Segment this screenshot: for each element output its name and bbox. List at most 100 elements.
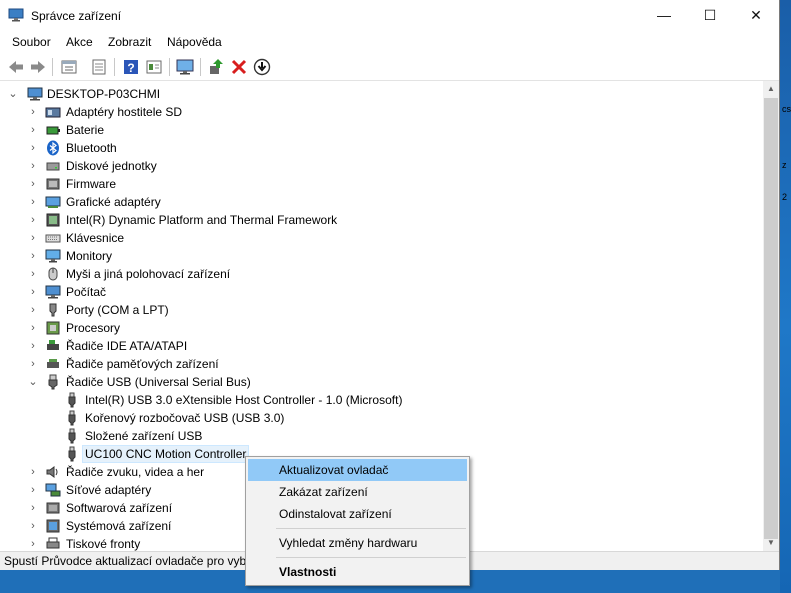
expand-chevron-icon[interactable]: ›: [28, 214, 38, 226]
tree-node-label: Tiskové fronty: [66, 537, 141, 551]
usb-device-icon: [64, 410, 80, 426]
keyboard-icon: [45, 230, 61, 246]
tree-category-node[interactable]: › Bluetooth: [0, 139, 763, 157]
tree-node-label: Klávesnice: [66, 231, 125, 245]
menu-item-label: Vlastnosti: [279, 565, 337, 579]
tree-node-label: Řadiče IDE ATA/ATAPI: [66, 339, 188, 353]
desktop-text-fragment: z: [782, 160, 787, 170]
tree-category-node[interactable]: ⌄ Řadiče USB (Universal Serial Bus): [0, 373, 763, 391]
tree-category-node[interactable]: › Monitory: [0, 247, 763, 265]
tree-category-node[interactable]: › Diskové jednotky: [0, 157, 763, 175]
tree-device-node[interactable]: Kořenový rozbočovač USB (USB 3.0): [0, 409, 763, 427]
desktop-text-fragment: cs: [782, 104, 791, 114]
chip-icon: [45, 212, 61, 228]
expand-chevron-icon[interactable]: ›: [28, 304, 38, 316]
bluetooth-icon: [45, 140, 61, 156]
collapse-chevron-icon[interactable]: ⌄: [8, 88, 18, 100]
tree-category-node[interactable]: › Řadiče IDE ATA/ATAPI: [0, 337, 763, 355]
tree-category-node[interactable]: › Baterie: [0, 121, 763, 139]
menu-update-driver[interactable]: Aktualizovat ovladač: [248, 459, 467, 481]
properties-icon[interactable]: [89, 57, 109, 77]
expand-chevron-icon[interactable]: ›: [28, 106, 38, 118]
view-icon[interactable]: [144, 57, 164, 77]
tree-node-label: Myši a jiná polohovací zařízení: [66, 267, 231, 281]
tree-category-node[interactable]: › Procesory: [0, 319, 763, 337]
expand-chevron-icon[interactable]: ›: [28, 538, 38, 550]
desktop-background: cs z 2: [780, 0, 791, 593]
expand-chevron-icon[interactable]: ›: [28, 466, 38, 478]
tree-category-node[interactable]: › Grafické adaptéry: [0, 193, 763, 211]
expand-chevron-icon[interactable]: ›: [28, 124, 38, 136]
tree-root-node[interactable]: ⌄ DESKTOP-P03CHMI: [0, 85, 763, 103]
menu-disable-device[interactable]: Zakázat zařízení: [248, 481, 467, 503]
menu-file[interactable]: Soubor: [12, 35, 51, 49]
vertical-scrollbar[interactable]: ▲ ▼: [763, 81, 779, 551]
expand-chevron-icon[interactable]: ›: [28, 286, 38, 298]
tree-device-node[interactable]: Složené zařízení USB: [0, 427, 763, 445]
download-icon[interactable]: [252, 57, 272, 77]
tree-category-node[interactable]: › Klávesnice: [0, 229, 763, 247]
tree-node-label: Řadiče zvuku, videa a her: [66, 465, 205, 479]
back-arrow-icon[interactable]: [6, 57, 26, 77]
device-manager-icon: [8, 8, 24, 22]
processor-icon: [45, 320, 61, 336]
scrollbar-thumb[interactable]: [764, 98, 778, 539]
expand-chevron-icon[interactable]: ›: [28, 322, 38, 334]
expand-chevron-icon[interactable]: ›: [28, 502, 38, 514]
menu-uninstall-device[interactable]: Odinstalovat zařízení: [248, 503, 467, 525]
maximize-button[interactable]: ☐: [687, 0, 733, 31]
menu-action[interactable]: Akce: [66, 35, 93, 49]
tree-view-icon[interactable]: [59, 57, 79, 77]
tree-category-node[interactable]: › Firmware: [0, 175, 763, 193]
tree-category-node[interactable]: › Adaptéry hostitele SD: [0, 103, 763, 121]
tree-node-label: Systémová zařízení: [66, 519, 172, 533]
computer-icon: [45, 284, 61, 300]
expand-chevron-icon[interactable]: ›: [28, 484, 38, 496]
computer-root-icon: [27, 86, 43, 102]
tree-node-label: Grafické adaptéry: [66, 195, 161, 209]
tree-device-node[interactable]: Intel(R) USB 3.0 eXtensible Host Control…: [0, 391, 763, 409]
menu-properties[interactable]: Vlastnosti: [248, 561, 467, 583]
tree-node-label: Procesory: [66, 321, 121, 335]
menu-view[interactable]: Zobrazit: [108, 35, 151, 49]
expand-chevron-icon[interactable]: ›: [28, 178, 38, 190]
expand-chevron-icon[interactable]: ›: [28, 142, 38, 154]
scroll-down-icon[interactable]: ▼: [763, 535, 779, 551]
menu-help[interactable]: Nápověda: [167, 35, 222, 49]
monitor-icon: [45, 248, 61, 264]
status-text: Spustí Průvodce aktualizací ovladače pro…: [4, 554, 251, 568]
system-device-icon: [45, 518, 61, 534]
monitor-icon[interactable]: [175, 57, 195, 77]
title-bar[interactable]: Správce zařízení — ☐ ✕: [0, 0, 779, 31]
expand-chevron-icon[interactable]: ›: [28, 520, 38, 532]
update-driver-icon[interactable]: [206, 57, 226, 77]
tree-category-node[interactable]: › Řadiče paměťových zařízení: [0, 355, 763, 373]
tree-category-node[interactable]: › Intel(R) Dynamic Platform and Thermal F…: [0, 211, 763, 229]
tree-category-node[interactable]: › Počítač: [0, 283, 763, 301]
network-icon: [45, 482, 61, 498]
menu-scan-hardware[interactable]: Vyhledat změny hardwaru: [248, 532, 467, 554]
forward-arrow-icon[interactable]: [28, 57, 48, 77]
firmware-icon: [45, 176, 61, 192]
expand-chevron-icon[interactable]: ›: [28, 232, 38, 244]
expand-chevron-icon[interactable]: ›: [28, 196, 38, 208]
expand-chevron-icon[interactable]: ›: [28, 358, 38, 370]
software-device-icon: [45, 500, 61, 516]
help-icon[interactable]: ?: [121, 57, 141, 77]
expand-chevron-icon[interactable]: ›: [28, 268, 38, 280]
tree-category-node[interactable]: › Porty (COM a LPT): [0, 301, 763, 319]
expand-chevron-icon[interactable]: ›: [28, 250, 38, 262]
tree-category-node[interactable]: › Myši a jiná polohovací zařízení: [0, 265, 763, 283]
expand-chevron-icon[interactable]: ›: [28, 160, 38, 172]
svg-text:?: ?: [127, 61, 134, 75]
uninstall-icon[interactable]: [229, 57, 249, 77]
expand-chevron-icon[interactable]: ›: [28, 340, 38, 352]
tree-node-label: Řadiče USB (Universal Serial Bus): [66, 375, 251, 389]
menu-bar: Soubor Akce Zobrazit Nápověda: [0, 31, 779, 53]
usb-device-icon: [64, 446, 80, 462]
close-button[interactable]: ✕: [733, 0, 779, 31]
scroll-up-icon[interactable]: ▲: [763, 81, 779, 97]
sound-icon: [45, 464, 61, 480]
minimize-button[interactable]: —: [641, 0, 687, 31]
collapse-chevron-icon[interactable]: ⌄: [28, 376, 38, 388]
